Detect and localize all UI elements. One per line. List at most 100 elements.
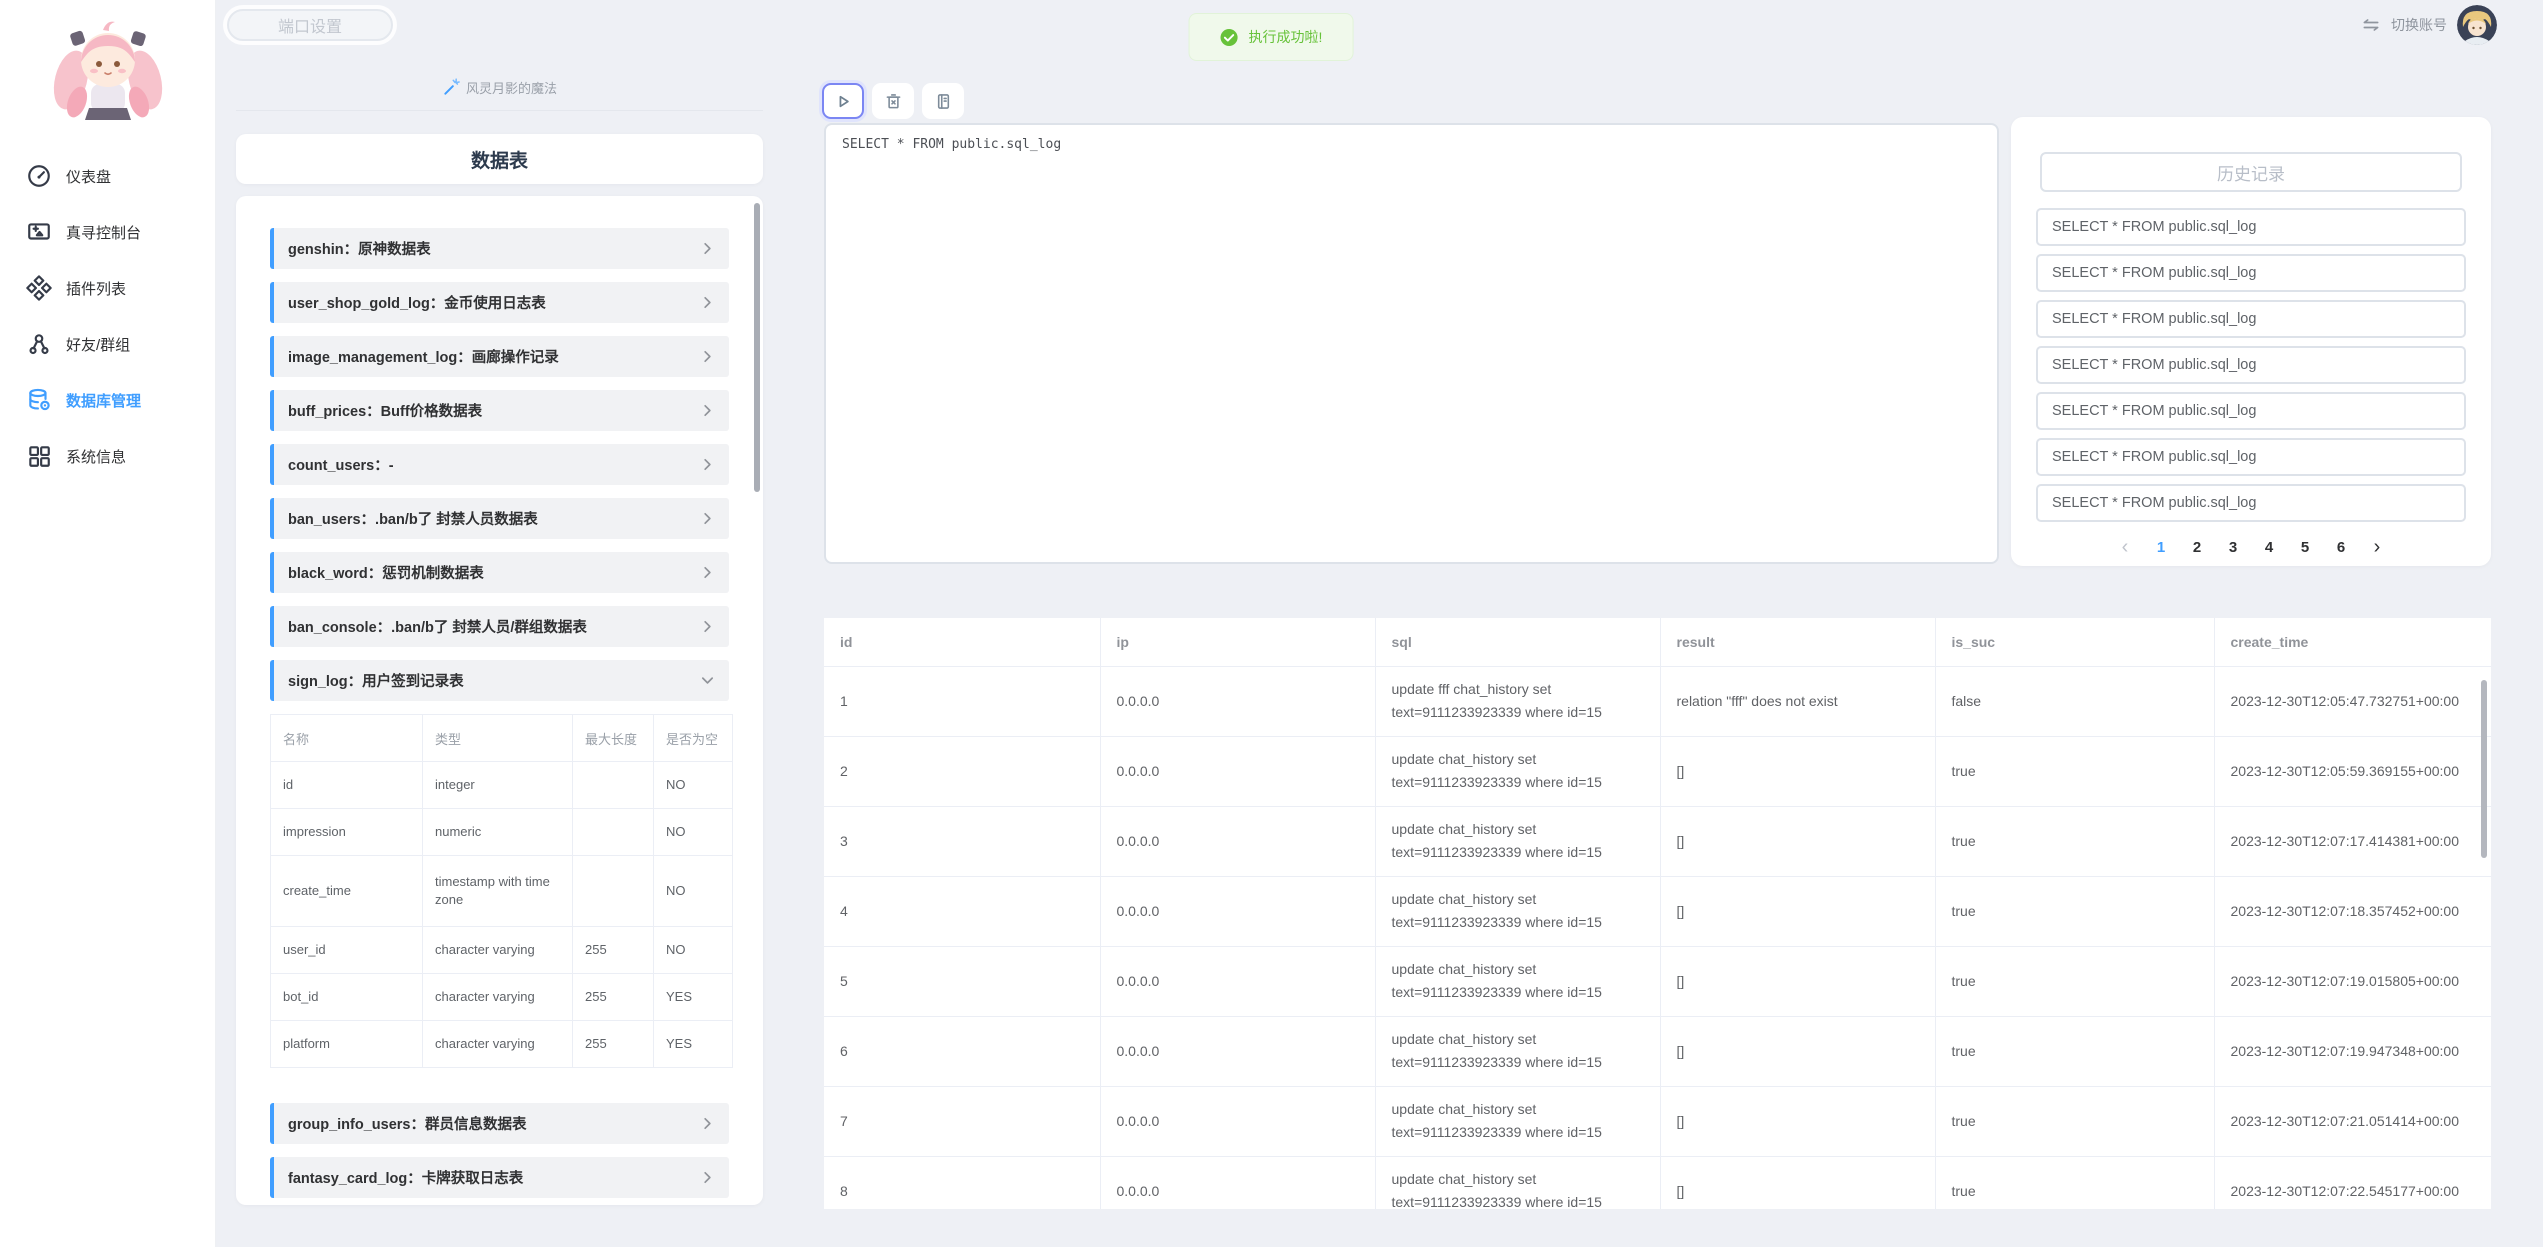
chevron-right-icon (700, 565, 715, 580)
schema-col-nullable: 是否为空 (654, 715, 733, 762)
table-item-sign-log[interactable]: sign_log：用户签到记录表 (270, 660, 729, 701)
table-item-image-management-log[interactable]: image_management_log：画廊操作记录 (270, 336, 729, 377)
table-item-ban-users[interactable]: ban_users：.ban/b了 封禁人员数据表 (270, 498, 729, 539)
results-col-id: id (824, 618, 1100, 666)
chevron-right-icon (700, 403, 715, 418)
sidebar-item-label: 数据库管理 (66, 390, 141, 411)
pagination-next-button[interactable]: › (2366, 534, 2388, 560)
history-item[interactable]: SELECT * FROM public.sql_log (2036, 346, 2466, 384)
account-area: 切换账号 (2361, 5, 2497, 45)
table-item-ban-console[interactable]: ban_console：.ban/b了 封禁人员/群组数据表 (270, 606, 729, 647)
sidebar-item-label: 真寻控制台 (66, 222, 141, 243)
port-settings-label: 端口设置 (278, 13, 342, 37)
chevron-right-icon (700, 349, 715, 364)
copy-sql-button[interactable] (922, 83, 964, 119)
clear-sql-button[interactable] (872, 83, 914, 119)
tables-list-card: genshin：原神数据表 user_shop_gold_log：金币使用日志表… (236, 196, 763, 1205)
results-row: 50.0.0.0update chat_history set text=911… (824, 946, 2491, 1016)
results-col-ip: ip (1100, 618, 1375, 666)
port-settings-button[interactable]: 端口设置 (227, 9, 393, 41)
chevron-right-icon (700, 241, 715, 256)
run-sql-button[interactable] (822, 83, 864, 119)
pagination-prev-button[interactable]: ‹ (2114, 534, 2136, 560)
sidebar-item-plugins[interactable]: 插件列表 (0, 260, 215, 316)
schema-col-type: 类型 (423, 715, 573, 762)
sidebar-item-friends-groups[interactable]: 好友/群组 (0, 316, 215, 372)
table-item-group-info-users[interactable]: group_info_users：群员信息数据表 (270, 1103, 729, 1144)
sidebar-item-database[interactable]: 数据库管理 (0, 372, 215, 428)
results-col-create-time: create_time (2214, 618, 2491, 666)
history-item[interactable]: SELECT * FROM public.sql_log (2036, 208, 2466, 246)
editor-toolbar (822, 83, 964, 119)
check-circle-icon (1220, 28, 1239, 47)
history-item[interactable]: SELECT * FROM public.sql_log (2036, 254, 2466, 292)
history-title: 历史记录 (2217, 160, 2285, 185)
chevron-right-icon (700, 1170, 715, 1185)
notebook-icon (933, 91, 954, 112)
results-col-result: result (1660, 618, 1935, 666)
pagination-page-5[interactable]: 5 (2294, 534, 2316, 560)
history-item[interactable]: SELECT * FROM public.sql_log (2036, 300, 2466, 338)
table-item-genshin[interactable]: genshin：原神数据表 (270, 228, 729, 269)
pagination-page-3[interactable]: 3 (2222, 534, 2244, 560)
toast-message: 执行成功啦! (1249, 27, 1323, 47)
pagination-page-4[interactable]: 4 (2258, 534, 2280, 560)
success-toast: 执行成功啦! (1189, 13, 1354, 61)
swap-arrows-icon (2361, 15, 2381, 35)
table-item-black-word[interactable]: black_word：惩罚机制数据表 (270, 552, 729, 593)
sidebar: 仪表盘 真寻控制台 插件列表 (0, 0, 216, 1247)
user-avatar[interactable] (2457, 5, 2497, 45)
trash-x-icon (883, 91, 904, 112)
sql-editor-content: SELECT * FROM public.sql_log (842, 135, 1981, 155)
results-row: 20.0.0.0update chat_history set text=911… (824, 736, 2491, 806)
console-monitor-icon (26, 219, 52, 245)
chevron-right-icon (700, 1116, 715, 1131)
table-item-fantasy-card-log[interactable]: fantasy_card_log：卡牌获取日志表 (270, 1157, 729, 1198)
history-panel: 历史记录 SELECT * FROM public.sql_log SELECT… (2011, 117, 2491, 566)
table-item-count-users[interactable]: count_users：- (270, 444, 729, 485)
tables-panel-header: 数据表 (236, 134, 763, 184)
history-item[interactable]: SELECT * FROM public.sql_log (2036, 484, 2466, 522)
sidebar-item-console[interactable]: 真寻控制台 (0, 204, 215, 260)
panel-subtitle: 风灵月影的魔法 (466, 78, 557, 97)
sidebar-item-label: 系统信息 (66, 446, 126, 467)
pagination-page-2[interactable]: 2 (2186, 534, 2208, 560)
sidebar-item-dashboard[interactable]: 仪表盘 (0, 148, 215, 204)
history-title-box: 历史记录 (2040, 152, 2462, 192)
chevron-right-icon (700, 619, 715, 634)
sidebar-item-label: 好友/群组 (66, 334, 130, 355)
switch-account-button[interactable]: 切换账号 (2391, 15, 2447, 35)
gauge-icon (26, 163, 52, 189)
results-col-sql: sql (1375, 618, 1660, 666)
play-icon (833, 91, 854, 112)
pagination-page-1[interactable]: 1 (2150, 534, 2172, 560)
sidebar-item-label: 仪表盘 (66, 166, 111, 187)
results-header-row: id ip sql result is_suc create_time (824, 618, 2491, 666)
chevron-right-icon (700, 457, 715, 472)
chevron-down-icon (700, 673, 715, 688)
history-item[interactable]: SELECT * FROM public.sql_log (2036, 392, 2466, 430)
schema-row: impressionnumericNO (271, 809, 733, 856)
results-col-is-suc: is_suc (1935, 618, 2214, 666)
pagination-page-6[interactable]: 6 (2330, 534, 2352, 560)
results-row: 10.0.0.0update fff chat_history set text… (824, 666, 2491, 736)
results-scrollbar[interactable] (2481, 680, 2487, 858)
schema-row: idintegerNO (271, 762, 733, 809)
chevron-right-icon (700, 295, 715, 310)
sidebar-menu: 仪表盘 真寻控制台 插件列表 (0, 148, 215, 484)
sidebar-item-system-info[interactable]: 系统信息 (0, 428, 215, 484)
tables-list-scrollbar[interactable] (754, 203, 760, 492)
history-pagination: ‹ 1 2 3 4 5 6 › (2036, 534, 2466, 560)
results-row: 40.0.0.0update chat_history set text=911… (824, 876, 2491, 946)
table-item-user-shop-gold-log[interactable]: user_shop_gold_log：金币使用日志表 (270, 282, 729, 323)
results-row: 70.0.0.0update chat_history set text=911… (824, 1086, 2491, 1156)
table-item-buff-prices[interactable]: buff_prices：Buff价格数据表 (270, 390, 729, 431)
history-item[interactable]: SELECT * FROM public.sql_log (2036, 438, 2466, 476)
sql-editor[interactable]: SELECT * FROM public.sql_log (824, 123, 1999, 564)
sign-log-schema-table: 名称 类型 最大长度 是否为空 idintegerNO impressionnu… (270, 714, 729, 1068)
chevron-right-icon (700, 511, 715, 526)
plugins-diamonds-icon (26, 275, 52, 301)
panel-subtitle-row: 风灵月影的魔法 (236, 72, 763, 102)
panel-divider (236, 110, 763, 111)
schema-row: user_idcharacter varying255NO (271, 927, 733, 974)
